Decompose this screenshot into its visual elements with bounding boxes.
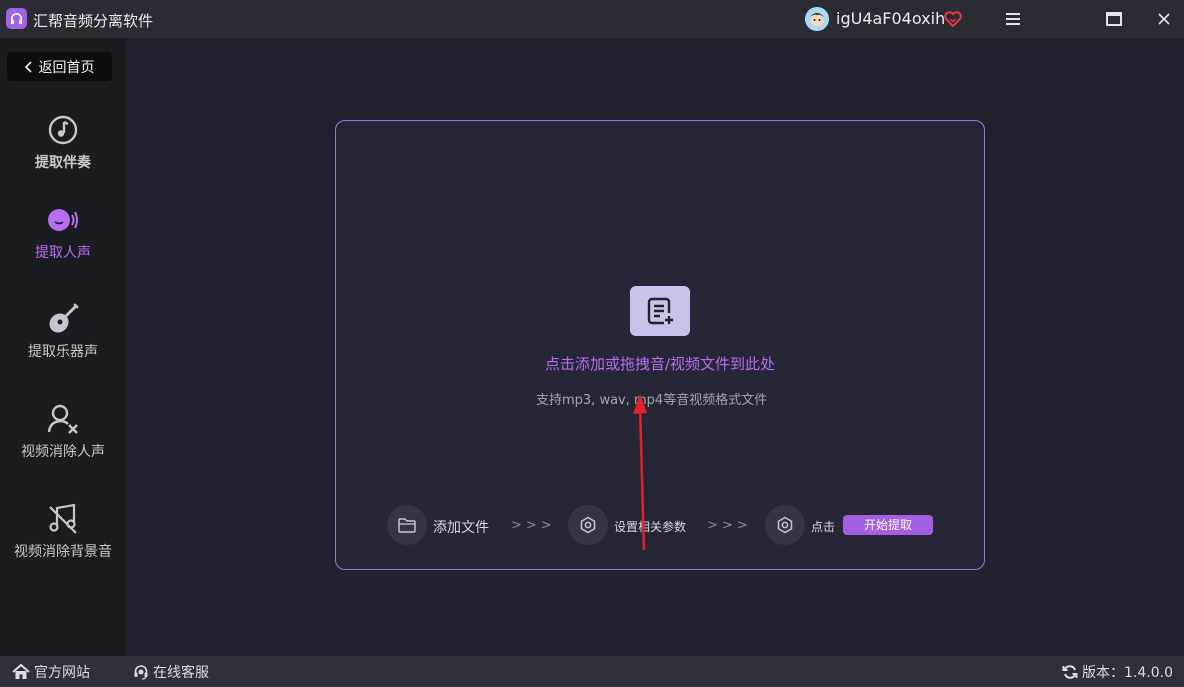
step-arrows: >>>	[707, 518, 752, 533]
sidebar-item-label: 提取人声	[35, 245, 91, 261]
drop-title[interactable]: 点击添加或拖拽音/视频文件到此处	[336, 353, 984, 374]
settings-icon[interactable]	[765, 505, 805, 545]
headphone-logo-icon	[6, 8, 27, 29]
refresh-icon	[1062, 665, 1078, 679]
back-home-button[interactable]: 返回首页	[7, 52, 112, 81]
sidebar-item-label: 提取伴奏	[35, 155, 91, 171]
user-remove-icon	[46, 402, 80, 436]
music-mute-icon	[46, 502, 80, 536]
chevron-left-icon	[24, 60, 32, 73]
guitar-icon	[46, 302, 80, 336]
sidebar-item-label: 提取乐器声	[28, 344, 98, 360]
title-bar: 汇帮音频分离软件 igU4aF04oxih	[0, 0, 1184, 38]
version-info[interactable]: 版本：1.4.0.0	[1062, 662, 1173, 682]
official-website-link[interactable]: 官方网站	[12, 662, 90, 682]
app-title: 汇帮音频分离软件	[33, 12, 154, 30]
online-service-label: 在线客服	[153, 665, 209, 681]
avatar-icon[interactable]	[805, 7, 829, 31]
online-service-link[interactable]: 在线客服	[133, 662, 209, 682]
start-extract-button[interactable]: 开始提取	[843, 515, 933, 535]
user-name[interactable]: igU4aF04oxih	[836, 9, 945, 28]
settings-icon[interactable]	[568, 505, 608, 545]
sidebar-item-label: 视频消除背景音	[14, 544, 112, 560]
sidebar-item-video-remove-vocals[interactable]: 视频消除人声	[0, 402, 126, 482]
sidebar-item-extract-accompaniment[interactable]: 提取伴奏	[0, 113, 126, 193]
sidebar: 返回首页 提取伴奏 提取人声 提取乐器声 视频消除人声 视频消除背景音	[0, 38, 126, 656]
add-file-icon[interactable]	[630, 286, 690, 336]
file-drop-zone[interactable]: 点击添加或拖拽音/视频文件到此处 支持mp3, wav, mp4等音视频格式文件…	[335, 120, 985, 570]
back-home-label: 返回首页	[38, 59, 95, 76]
headset-icon	[134, 665, 148, 680]
step-arrows: >>>	[511, 518, 556, 533]
home-icon	[12, 664, 30, 679]
voice-icon	[46, 203, 80, 237]
status-bar: 官方网站 在线客服 版本：1.4.0.0	[0, 656, 1184, 687]
step-click-label: 点击	[811, 520, 836, 534]
sidebar-item-extract-instrument[interactable]: 提取乐器声	[0, 302, 126, 382]
sidebar-item-label: 视频消除人声	[21, 444, 105, 460]
maximize-icon[interactable]	[1099, 4, 1129, 34]
sidebar-item-video-remove-bgm[interactable]: 视频消除背景音	[0, 502, 126, 582]
official-website-label: 官方网站	[34, 665, 90, 681]
menu-icon[interactable]	[998, 4, 1028, 34]
close-icon[interactable]	[1149, 4, 1179, 34]
annotation-arrow-icon	[633, 394, 647, 551]
step-add-file-label: 添加文件	[433, 520, 489, 536]
heart-vip-icon[interactable]	[943, 9, 963, 29]
music-note-icon	[46, 113, 80, 147]
folder-icon[interactable]	[387, 505, 427, 545]
sidebar-item-extract-vocals[interactable]: 提取人声	[0, 203, 126, 283]
version-label: 版本：1.4.0.0	[1082, 665, 1173, 681]
